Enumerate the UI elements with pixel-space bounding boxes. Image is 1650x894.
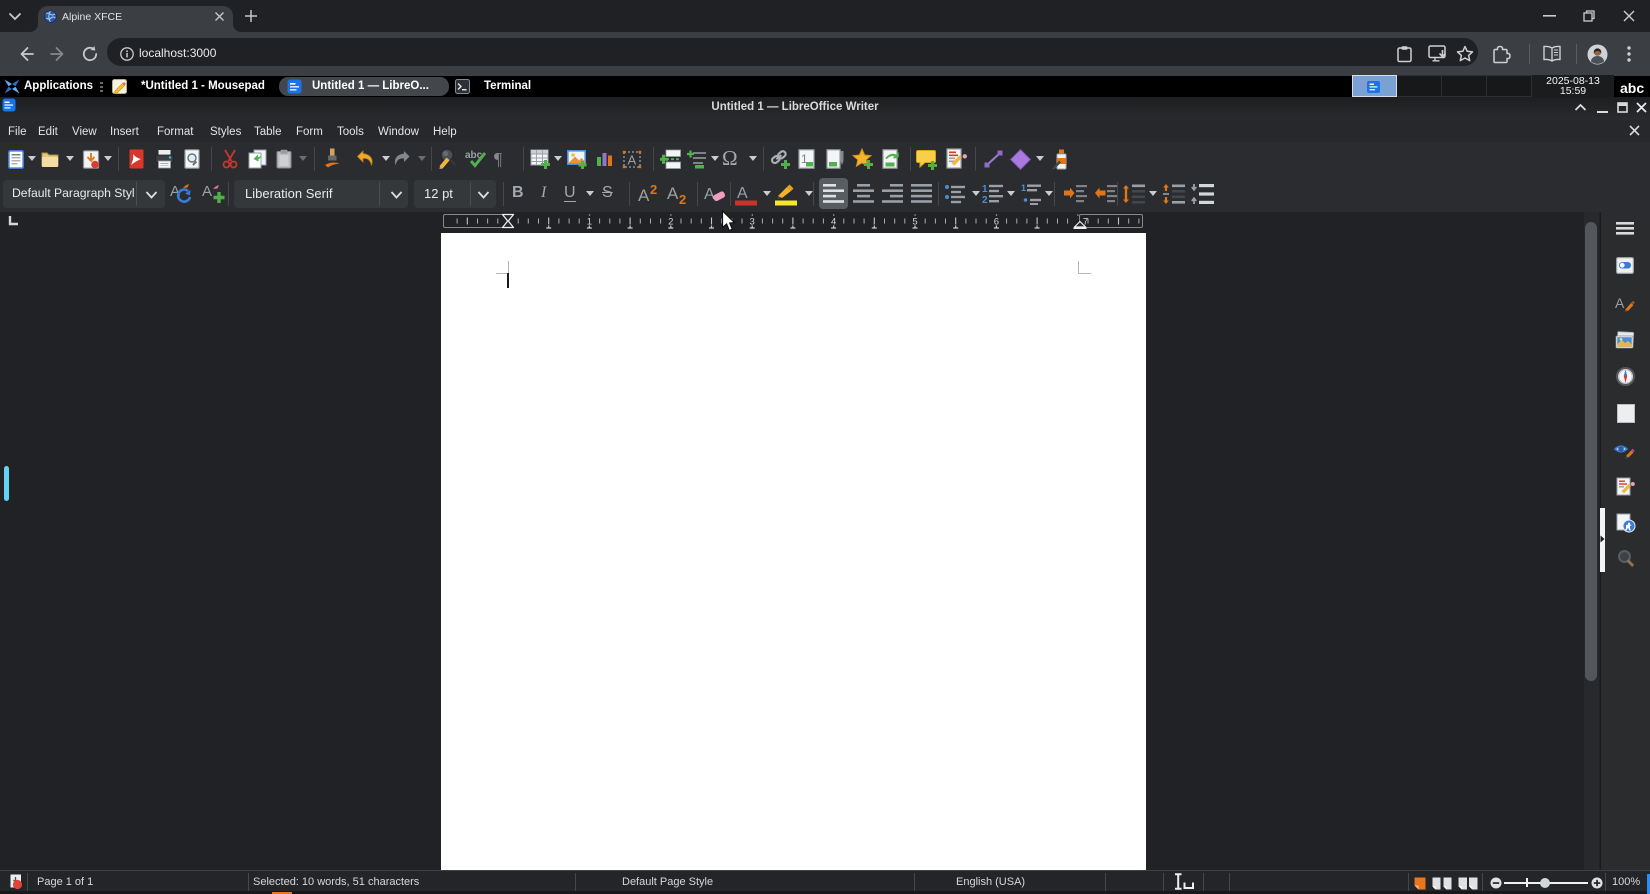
svg-text:2: 2 — [679, 192, 686, 206]
svg-text:1: 1 — [982, 184, 988, 195]
svg-text:A: A — [737, 185, 748, 202]
svg-text:1: 1 — [1021, 183, 1026, 193]
svg-text:A: A — [667, 184, 679, 203]
svg-text:A: A — [628, 153, 637, 168]
svg-text:A: A — [704, 186, 715, 203]
svg-text:2: 2 — [982, 195, 988, 205]
svg-text:A: A — [1615, 295, 1625, 311]
svg-text:¶: ¶ — [494, 150, 502, 168]
svg-text:A: A — [638, 186, 650, 204]
svg-text:Ω: Ω — [722, 148, 738, 170]
svg-text:2: 2 — [650, 184, 657, 197]
svg-text:A: A — [202, 183, 212, 200]
